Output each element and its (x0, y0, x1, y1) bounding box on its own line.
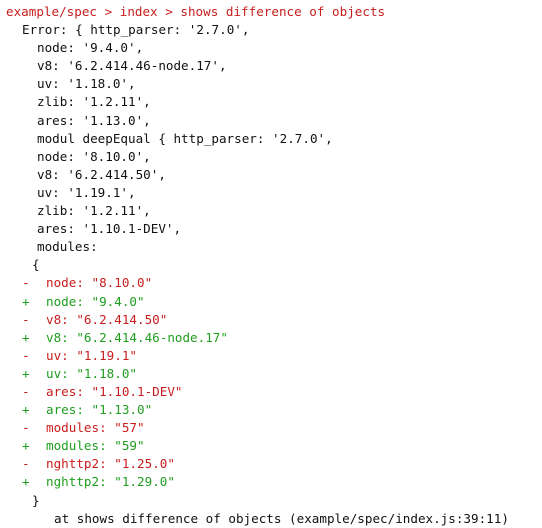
diff-close-brace: } (32, 492, 40, 508)
diff-sign-added: + (22, 402, 30, 418)
diff-line-added: + modules: "59" (6, 437, 542, 455)
diff-sign-removed: - (22, 275, 30, 291)
error-line: v8: '6.2.414.50', (37, 166, 166, 182)
error-line: node: '9.4.0', (37, 40, 144, 56)
diff-sign-removed: - (22, 456, 30, 472)
diff-sign-added: + (22, 438, 30, 454)
test-title: example/spec > index > shows difference … (6, 4, 386, 19)
error-line: uv: '1.18.0', (37, 76, 136, 92)
diff-sign-removed: - (22, 420, 30, 436)
diff-line-added: + uv: "1.18.0" (6, 365, 542, 383)
diff-sign-added: + (22, 365, 30, 381)
diff-line-added: + ares: "1.13.0" (6, 401, 542, 419)
diff-text: node: "9.4.0" (46, 293, 145, 309)
diff-line-removed: - uv: "1.19.1" (6, 347, 542, 365)
error-line: modules: (37, 239, 98, 255)
error-line: zlib: '1.2.11', (37, 203, 151, 219)
diff-text: ares: "1.13.0" (46, 402, 153, 418)
diff-line-added: + node: "9.4.0" (6, 293, 542, 311)
diff-text: ares: "1.10.1-DEV" (46, 383, 183, 399)
error-line-header: Error: { http_parser: '2.7.0', (22, 22, 250, 38)
diff-sign-added: + (22, 329, 30, 345)
diff-open-brace: { (32, 257, 40, 273)
diff-text: nghttp2: "1.25.0" (46, 456, 175, 472)
diff-text: modules: "59" (46, 438, 145, 454)
diff-text: v8: "6.2.414.50" (46, 311, 168, 327)
diff-line-removed: - ares: "1.10.1-DEV" (6, 383, 542, 401)
diff-line-removed: - nghttp2: "1.25.0" (6, 455, 542, 473)
diff-sign-removed: - (22, 347, 30, 363)
error-line: uv: '1.19.1', (37, 184, 136, 200)
diff-sign-removed: - (22, 311, 30, 327)
error-line: v8: '6.2.414.46-node.17', (37, 58, 227, 74)
diff-text: uv: "1.18.0" (46, 365, 137, 381)
diff-line-removed: - modules: "57" (6, 419, 542, 437)
diff-line-removed: - node: "8.10.0" (6, 274, 542, 292)
diff-sign-added: + (22, 474, 30, 490)
diff-text: node: "8.10.0" (46, 275, 153, 291)
error-line: node: '8.10.0', (37, 148, 151, 164)
stack-trace-line: at shows difference of objects (example/… (54, 510, 509, 526)
diff-text: uv: "1.19.1" (46, 347, 137, 363)
terminal-output: example/spec > index > shows difference … (6, 3, 542, 528)
diff-text: modules: "57" (46, 420, 145, 436)
diff-line-removed: - v8: "6.2.414.50" (6, 311, 542, 329)
diff-line-added: + v8: "6.2.414.46-node.17" (6, 329, 542, 347)
diff-text: v8: "6.2.414.46-node.17" (46, 329, 228, 345)
error-line: modul deepEqual { http_parser: '2.7.0', (37, 130, 333, 146)
error-line: ares: '1.13.0', (37, 112, 151, 128)
diff-line-added: + nghttp2: "1.29.0" (6, 473, 542, 491)
diff-sign-added: + (22, 293, 30, 309)
error-line: zlib: '1.2.11', (37, 94, 151, 110)
diff-text: nghttp2: "1.29.0" (46, 474, 175, 490)
error-line: ares: '1.10.1-DEV', (37, 221, 182, 237)
diff-sign-removed: - (22, 383, 30, 399)
